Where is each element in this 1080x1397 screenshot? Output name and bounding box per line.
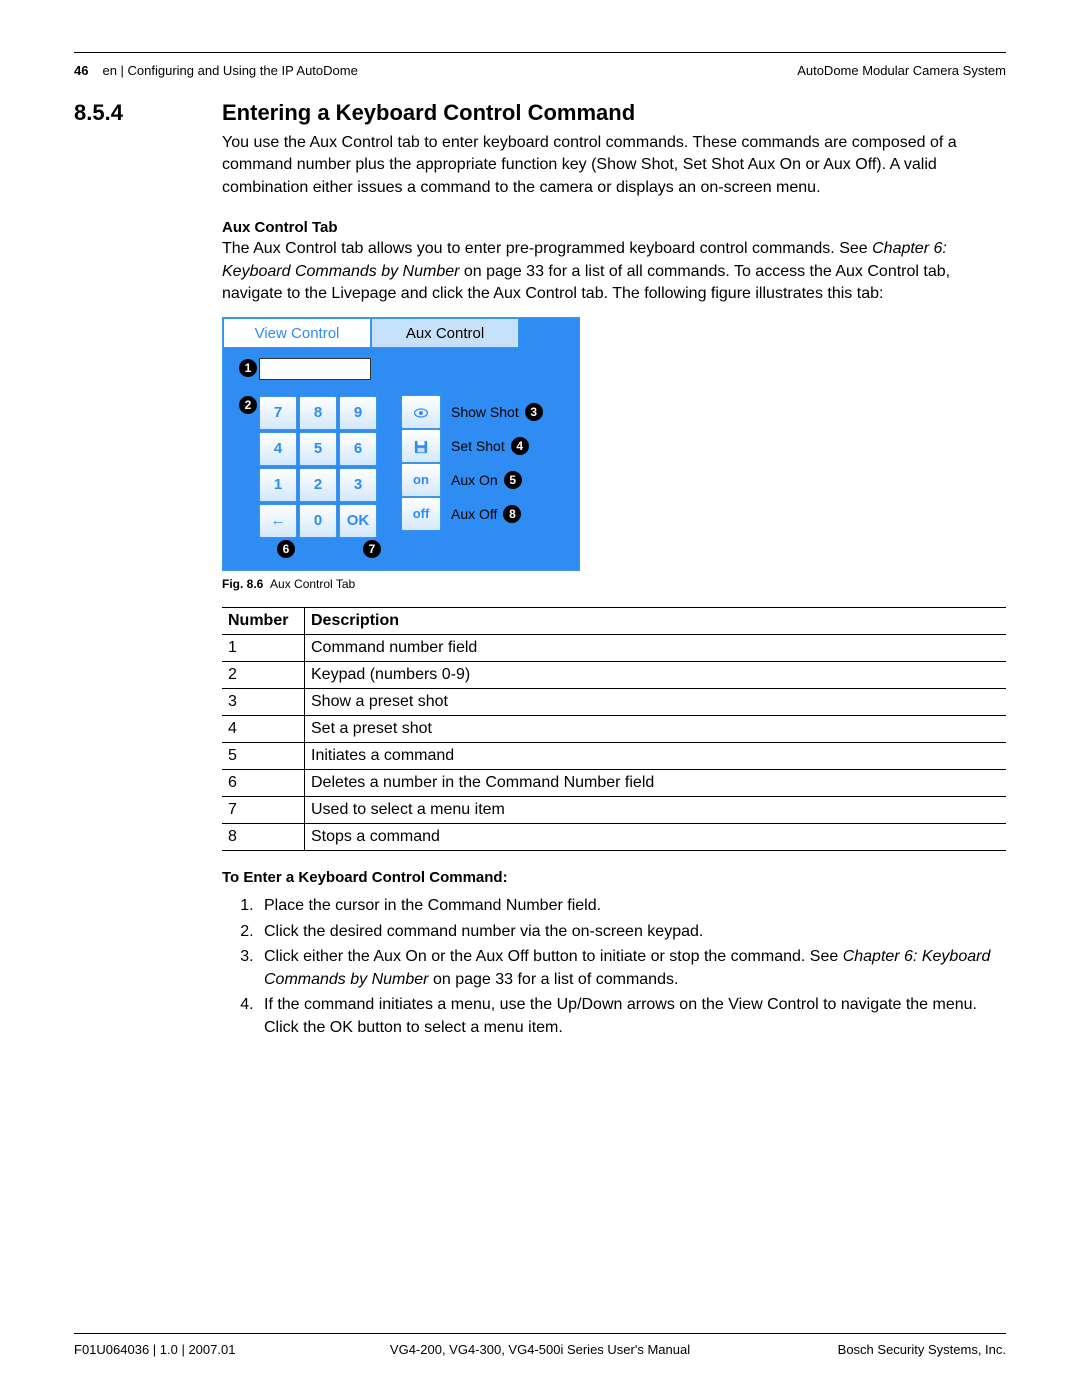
section-number: 8.5.4 — [74, 100, 123, 126]
keypad-6[interactable]: 6 — [339, 432, 377, 466]
aux-control-tab-heading: Aux Control Tab — [222, 217, 1006, 238]
section-intro: You use the Aux Control tab to enter key… — [222, 132, 1006, 199]
keypad-1[interactable]: 1 — [259, 468, 297, 502]
steps-list: Place the cursor in the Command Number f… — [222, 894, 1006, 1039]
table-row: 1Command number field — [222, 635, 1006, 662]
page-header: 46 en | Configuring and Using the IP Aut… — [74, 63, 1006, 94]
callout-description-table: Number Description 1Command number field… — [222, 607, 1006, 851]
section-title: Entering a Keyboard Control Command — [222, 100, 1006, 126]
table-head-number: Number — [222, 608, 305, 635]
callout-5: 5 — [504, 471, 522, 489]
callout-4: 4 — [511, 437, 529, 455]
keypad-0[interactable]: 0 — [299, 504, 337, 538]
header-right: AutoDome Modular Camera System — [797, 63, 1006, 78]
list-item: Place the cursor in the Command Number f… — [258, 894, 1006, 917]
keypad-7[interactable]: 7 — [259, 396, 297, 430]
callout-2: 2 — [239, 396, 257, 414]
eye-icon — [413, 406, 429, 420]
aux-on-button[interactable]: on — [401, 463, 441, 497]
callout-8: 8 — [503, 505, 521, 523]
aux-on-label: Aux On — [451, 472, 498, 488]
command-number-field[interactable] — [259, 358, 371, 380]
callout-1: 1 — [239, 359, 257, 377]
show-shot-button[interactable] — [401, 395, 441, 429]
header-left: en | Configuring and Using the IP AutoDo… — [102, 63, 797, 78]
keypad-9[interactable]: 9 — [339, 396, 377, 430]
disk-icon — [413, 440, 429, 454]
footer-center: VG4-200, VG4-300, VG4-500i Series User's… — [365, 1342, 715, 1357]
table-head-desc: Description — [305, 608, 1007, 635]
table-row: 3Show a preset shot — [222, 689, 1006, 716]
table-row: 8Stops a command — [222, 824, 1006, 851]
keypad-2[interactable]: 2 — [299, 468, 337, 502]
set-shot-label: Set Shot — [451, 438, 505, 454]
keypad-5[interactable]: 5 — [299, 432, 337, 466]
list-item: Click either the Aux On or the Aux Off b… — [258, 945, 1006, 991]
set-shot-button[interactable] — [401, 429, 441, 463]
table-row: 4Set a preset shot — [222, 716, 1006, 743]
keypad-ok[interactable]: OK — [339, 504, 377, 538]
callout-3: 3 — [525, 403, 543, 421]
table-row: 2Keypad (numbers 0-9) — [222, 662, 1006, 689]
keypad: 7 8 9 4 5 6 1 2 3 ← 0 OK — [259, 396, 377, 538]
keypad-3[interactable]: 3 — [339, 468, 377, 502]
page-footer: F01U064036 | 1.0 | 2007.01 VG4-200, VG4-… — [74, 1333, 1006, 1357]
footer-left: F01U064036 | 1.0 | 2007.01 — [74, 1342, 365, 1357]
keypad-back[interactable]: ← — [259, 504, 297, 538]
tab-aux-control[interactable]: Aux Control — [371, 318, 519, 348]
footer-right: Bosch Security Systems, Inc. — [715, 1342, 1006, 1357]
table-row: 7Used to select a menu item — [222, 797, 1006, 824]
keypad-4[interactable]: 4 — [259, 432, 297, 466]
table-row: 6Deletes a number in the Command Number … — [222, 770, 1006, 797]
aux-control-tab-text: The Aux Control tab allows you to enter … — [222, 238, 1006, 305]
tab-view-control[interactable]: View Control — [223, 318, 371, 348]
show-shot-label: Show Shot — [451, 404, 519, 420]
figure-caption: Fig. 8.6 Aux Control Tab — [222, 577, 1006, 591]
list-item: If the command initiates a menu, use the… — [258, 993, 1006, 1039]
aux-off-label: Aux Off — [451, 506, 497, 522]
aux-control-figure: View Control Aux Control 1 2 7 8 9 4 5 — [222, 317, 580, 571]
table-row: 5Initiates a command — [222, 743, 1006, 770]
to-enter-heading: To Enter a Keyboard Control Command: — [222, 867, 1006, 888]
aux-off-button[interactable]: off — [401, 497, 441, 531]
list-item: Click the desired command number via the… — [258, 920, 1006, 943]
keypad-8[interactable]: 8 — [299, 396, 337, 430]
page-number: 46 — [74, 63, 88, 78]
